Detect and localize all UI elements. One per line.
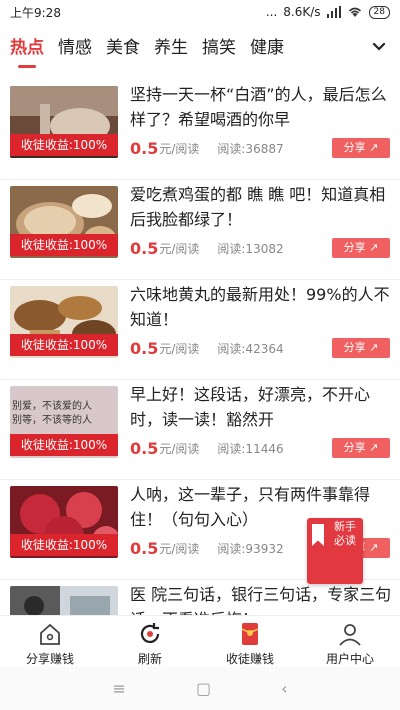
tab-hot[interactable]: 热点 <box>10 28 44 68</box>
article-title[interactable]: 早上好！这段话，好漂亮，不开心时，读一读！豁然开 <box>130 382 392 432</box>
category-tabs: 热点 情感 美食 养生 搞笑 健康 <box>0 28 400 68</box>
share-icon: ↗ <box>369 341 379 354</box>
article-title[interactable]: 爱吃煮鸡蛋的都 瞧 瞧 吧！知道真相后我脸都绿了！ <box>130 182 392 232</box>
share-button[interactable]: 分享 ↗ <box>332 438 390 458</box>
article-thumbnail[interactable] <box>10 586 118 615</box>
menu-icon[interactable]: ≡ <box>113 679 126 698</box>
share-button[interactable]: 分享 ↗ <box>332 338 390 358</box>
article-item[interactable]: 收徒收益:100% 坚持一天一杯“白酒”的人，最后怎么样了？希望喝酒的你早 0.… <box>0 80 400 180</box>
beginner-guide-label: 新手必读 <box>334 520 356 547</box>
back-icon[interactable]: ‹ <box>281 679 287 698</box>
reward-unit: 元/阅读 <box>159 141 200 156</box>
nav-share-earn-label: 分享赚钱 <box>25 652 74 666</box>
battery-icon: 28 <box>368 5 390 19</box>
share-label: 分享 <box>343 341 366 354</box>
read-count: 阅读:13082 <box>217 241 284 256</box>
status-right: ... 8.6K/s 28 <box>266 5 390 19</box>
house-icon <box>40 623 60 645</box>
share-label: 分享 <box>343 141 366 154</box>
article-title[interactable]: 六味地黄丸的最新用处！99%的人不知道！ <box>130 282 392 332</box>
tab-emotion[interactable]: 情感 <box>58 28 92 68</box>
user-icon <box>339 624 361 646</box>
income-badge: 收徒收益:100% <box>10 534 118 556</box>
read-count: 阅读:93932 <box>217 541 284 556</box>
read-count: 阅读:11446 <box>217 441 284 456</box>
article-item[interactable]: 收徒收益:100% 爱吃煮鸡蛋的都 瞧 瞧 吧！知道真相后我脸都绿了！ 0.5 … <box>0 180 400 280</box>
income-badge: 收徒收益:100% <box>10 134 118 156</box>
nav-user-center-label: 用户中心 <box>325 652 374 666</box>
thumbnail-caption: 别爱，不该爱的人 别等，不该等的人 <box>12 401 92 426</box>
read-count: 阅读:42364 <box>217 341 284 356</box>
refresh-icon <box>140 623 160 643</box>
tab-health[interactable]: 健康 <box>250 28 284 68</box>
share-label: 分享 <box>343 441 366 454</box>
nav-user-center[interactable]: 用户中心 <box>300 616 400 667</box>
nav-share-earn[interactable]: 分享赚钱 <box>0 616 100 667</box>
tab-food[interactable]: 美食 <box>106 28 140 68</box>
income-badge: 收徒收益:100% <box>10 434 118 456</box>
reward-price: 0.5 <box>130 338 159 358</box>
read-count: 阅读:36887 <box>217 141 284 156</box>
bookmark-icon <box>312 524 324 546</box>
nav-refresh-label: 刷新 <box>137 652 162 666</box>
reward-unit: 元/阅读 <box>159 541 200 556</box>
home-icon[interactable]: ▢ <box>196 679 211 698</box>
article-item[interactable]: 收徒收益:100% 六味地黄丸的最新用处！99%的人不知道！ 0.5 元/阅读 … <box>0 280 400 380</box>
nav-refresh[interactable]: 刷新 <box>100 616 200 667</box>
share-icon: ↗ <box>369 241 379 254</box>
status-dots: ... <box>265 5 278 19</box>
status-bar: 上午9:28 ... 8.6K/s 28 <box>0 0 400 24</box>
reward-unit: 元/阅读 <box>159 341 200 356</box>
network-speed: 8.6K/s <box>283 5 321 19</box>
article-title[interactable]: 坚持一天一杯“白酒”的人，最后怎么样了？希望喝酒的你早 <box>130 82 392 132</box>
article-item[interactable]: 别爱，不该爱的人 别等，不该等的人 收徒收益:100% 早上好！这段话，好漂亮，… <box>0 380 400 480</box>
income-badge: 收徒收益:100% <box>10 234 118 256</box>
nav-recruit-earn-label: 收徒赚钱 <box>225 652 274 666</box>
income-badge: 收徒收益:100% <box>10 334 118 356</box>
signal-icon <box>326 6 341 18</box>
reward-unit: 元/阅读 <box>159 441 200 456</box>
chevron-down-icon[interactable] <box>370 38 388 56</box>
share-icon: ↗ <box>369 441 379 454</box>
tab-funny[interactable]: 搞笑 <box>202 28 236 68</box>
article-item[interactable]: 医 院三句话，银行三句话，专家三句话，不看准后悔！ <box>0 580 400 615</box>
bottom-navigation: 分享赚钱 刷新 收徒赚钱 用户中心 <box>0 615 400 667</box>
status-time: 上午9:28 <box>10 5 61 20</box>
share-icon: ↗ <box>369 141 379 154</box>
reward-unit: 元/阅读 <box>159 241 200 256</box>
beginner-guide-badge[interactable]: 新手必读 <box>307 518 363 584</box>
reward-price: 0.5 <box>130 438 159 458</box>
reward-price: 0.5 <box>130 238 159 258</box>
reward-price: 0.5 <box>130 138 159 158</box>
system-navigation-bar: ≡ ▢ ‹ <box>0 667 400 710</box>
tab-wellness[interactable]: 养生 <box>154 28 188 68</box>
nav-recruit-earn[interactable]: 收徒赚钱 <box>200 616 300 667</box>
wifi-icon <box>348 7 361 17</box>
share-button[interactable]: 分享 ↗ <box>332 238 390 258</box>
reward-price: 0.5 <box>130 538 159 558</box>
share-icon: ↗ <box>369 541 379 554</box>
share-label: 分享 <box>343 241 366 254</box>
article-title[interactable]: 医 院三句话，银行三句话，专家三句话，不看准后悔！ <box>130 582 392 615</box>
share-button[interactable]: 分享 ↗ <box>332 138 390 158</box>
red-envelope-icon <box>241 623 259 645</box>
